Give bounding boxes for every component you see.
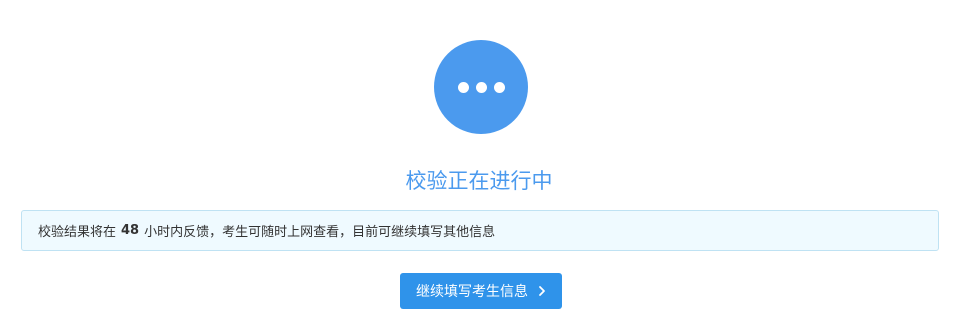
- dot: [493, 81, 505, 93]
- notice-suffix: 小时内反馈，考生可随时上网查看，目前可继续填写其他信息: [144, 225, 496, 240]
- continue-button-label: 继续填写考生信息: [416, 284, 528, 300]
- continue-filling-button[interactable]: 继续填写考生信息: [400, 273, 562, 309]
- verification-status-page: 校验正在进行中 校验结果将在 48 小时内反馈，考生可随时上网查看，目前可继续填…: [0, 0, 958, 335]
- chevron-right-icon: [539, 286, 545, 296]
- notice-hours: 48: [121, 223, 140, 238]
- page-title: 校验正在进行中: [405, 169, 553, 193]
- info-notice: 校验结果将在 48 小时内反馈，考生可随时上网查看，目前可继续填写其他信息: [21, 210, 939, 251]
- notice-prefix: 校验结果将在: [38, 225, 117, 240]
- more-dots-icon: [434, 40, 528, 134]
- dot: [457, 81, 469, 93]
- dot: [475, 81, 487, 93]
